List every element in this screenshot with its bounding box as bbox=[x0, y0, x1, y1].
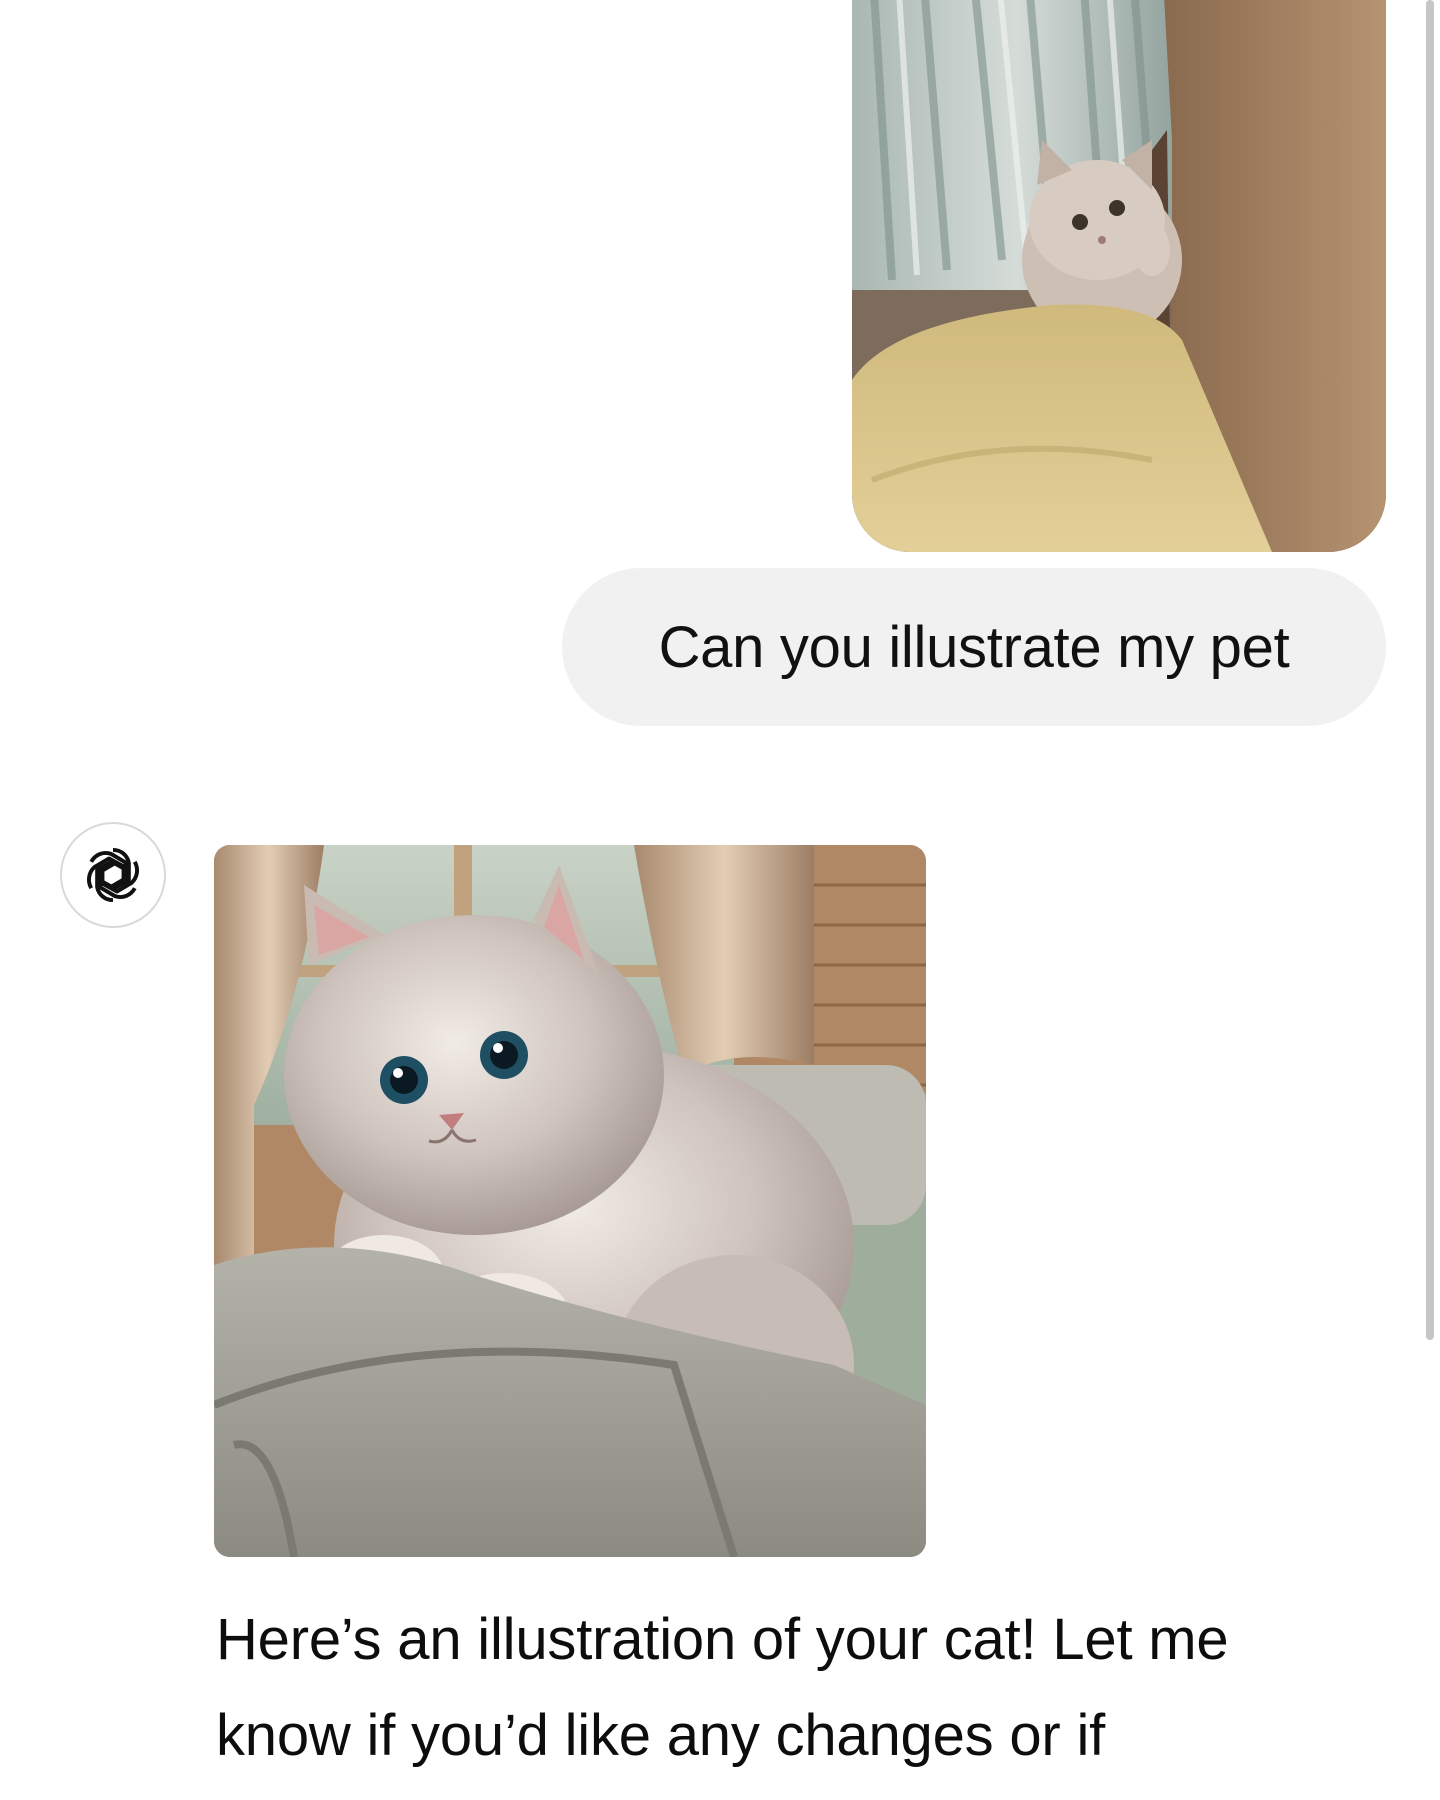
assistant-reply-text: Here’s an illustration of your cat! Let … bbox=[216, 1607, 1229, 1768]
scrollbar[interactable] bbox=[1426, 0, 1434, 1340]
user-message-bubble: Can you illustrate my pet bbox=[562, 568, 1386, 726]
user-uploaded-cat-photo[interactable] bbox=[852, 0, 1386, 552]
user-message-text: Can you illustrate my pet bbox=[658, 614, 1290, 680]
chat-page: Can you illustrate my pet Here’s an illu… bbox=[0, 0, 1440, 1800]
openai-logo-icon bbox=[86, 847, 140, 903]
generated-cat-illustration[interactable] bbox=[214, 845, 926, 1557]
assistant-avatar bbox=[60, 822, 166, 928]
